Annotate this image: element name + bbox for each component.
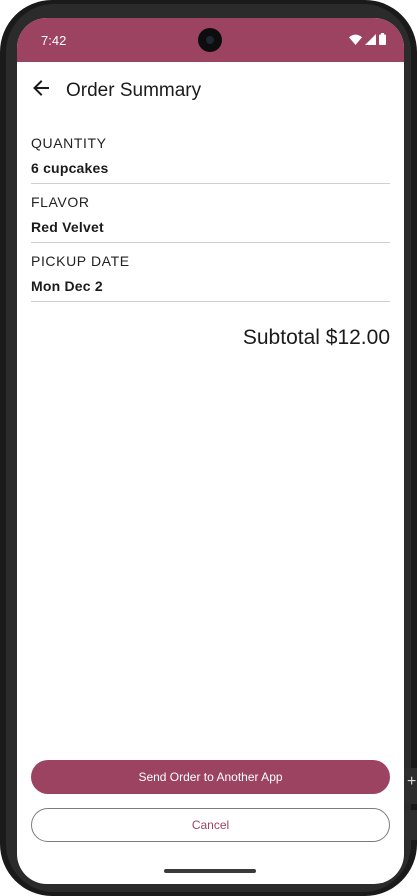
front-camera (198, 28, 222, 52)
quantity-value: 6 cupcakes (31, 160, 109, 176)
status-icons (349, 33, 386, 45)
divider (31, 301, 390, 302)
signal-icon (365, 33, 376, 45)
app-screen: 7:42 Order Summary QUANTITY 6 cupcakes F… (17, 18, 404, 884)
flavor-value: Red Velvet (31, 219, 104, 235)
status-time: 7:42 (41, 33, 67, 48)
divider (31, 183, 390, 184)
wifi-icon (349, 34, 362, 45)
divider (31, 242, 390, 243)
arrow-back-icon (33, 80, 49, 96)
quantity-label: QUANTITY (31, 135, 107, 151)
send-order-button[interactable]: Send Order to Another App (31, 760, 390, 794)
cancel-button[interactable]: Cancel (31, 808, 390, 842)
subtotal-text: Subtotal $12.00 (242, 326, 390, 349)
plus-icon: + (407, 773, 417, 790)
top-app-bar: Order Summary (17, 62, 404, 120)
page-title: Order Summary (66, 80, 202, 101)
back-button[interactable] (31, 78, 51, 98)
home-indicator[interactable] (164, 869, 256, 873)
battery-icon (379, 33, 386, 45)
power-button (403, 810, 417, 840)
volume-button: + (403, 768, 417, 804)
pickup-date-value: Mon Dec 2 (31, 278, 103, 294)
flavor-label: FLAVOR (31, 194, 90, 210)
pickup-date-label: PICKUP DATE (31, 253, 130, 269)
status-bar: 7:42 (17, 18, 404, 62)
